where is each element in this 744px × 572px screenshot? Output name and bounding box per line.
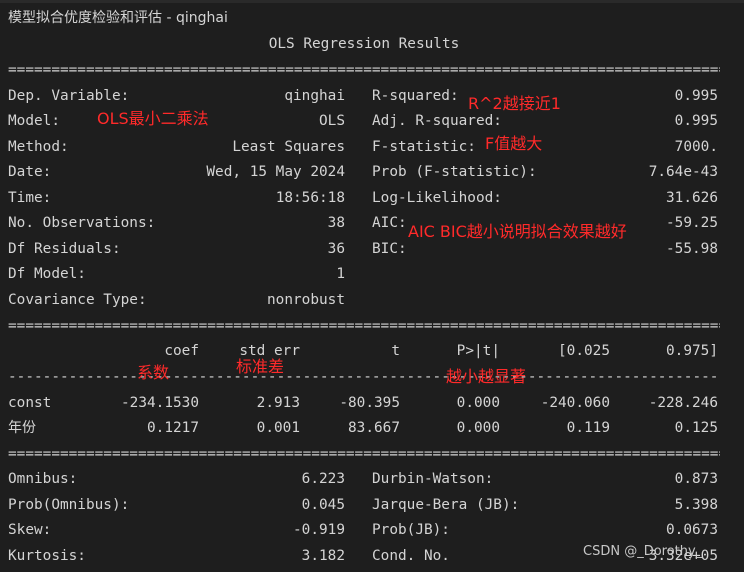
diagnostic-label: Cond. No. [372,548,450,564]
summary-label: R-squared: [372,88,459,104]
coef-header: [0.025 [558,343,610,359]
summary-label: Model: [8,113,60,129]
coef-cell: -234.1530 [121,395,199,411]
diagnostic-label: Jarque-Bera (JB): [372,497,520,513]
coef-cell: 2.913 [256,395,300,411]
annotation-coef: 系数 [137,363,170,382]
diagnostic-value: 5.398 [674,497,718,513]
summary-label: F-statistic: [372,139,476,155]
summary-label: Method: [8,139,69,155]
coef-header: P>|t| [456,343,500,359]
csdn-watermark: CSDN @_Dorothy_ [583,544,703,559]
diagnostic-label: Skew: [8,522,52,538]
double-rule: ========================================… [8,62,720,78]
summary-label: BIC: [372,241,407,257]
annotation-f-statistic: F值越大 [485,134,543,153]
coef-cell: 0.125 [674,420,718,436]
summary-label: Date: [8,164,52,180]
summary-label: AIC: [372,215,407,231]
summary-value: nonrobust [267,292,345,308]
coef-header: t [391,343,400,359]
annotation-std-err: 标准差 [236,357,285,376]
summary-label: Adj. R-squared: [372,113,502,129]
summary-value: 18:56:18 [275,190,345,206]
summary-label: Prob (F-statistic): [372,164,537,180]
summary-label: Time: [8,190,52,206]
summary-label: Log-Likelihood: [372,190,502,206]
coef-cell: 0.119 [566,420,610,436]
annotation-p-value: 越小越显著 [446,367,527,386]
coef-header: 0.975] [666,343,718,359]
double-rule: ========================================… [8,446,720,462]
summary-label: No. Observations: [8,215,156,231]
diagnostic-value: 3.182 [301,548,345,564]
diagnostic-label: Omnibus: [8,471,78,487]
coef-cell: -80.395 [339,395,400,411]
summary-label: Covariance Type: [8,292,147,308]
coef-cell: 0.001 [256,420,300,436]
annotation-r-squared: R^2越接近1 [468,94,561,113]
summary-value: 36 [327,241,345,257]
diagnostic-label: Durbin-Watson: [372,471,494,487]
summary-value: qinghai [284,88,345,104]
diagnostic-value: 6.223 [301,471,345,487]
coef-cell: 0.000 [456,420,500,436]
coef-cell: 0.1217 [147,420,199,436]
coef-header: coef [164,343,199,359]
coef-cell: -228.246 [648,395,718,411]
summary-value: 7000. [674,139,718,155]
summary-value: Least Squares [232,139,345,155]
diagnostic-value: -0.919 [293,522,345,538]
annotation-aic-bic: AIC BIC越小说明拟合效果越好 [408,222,627,241]
annotation-ols: OLS最小二乘法 [97,109,209,128]
coef-cell: 0.000 [456,395,500,411]
summary-value: 0.995 [674,113,718,129]
diagnostic-label: Kurtosis: [8,548,86,564]
summary-value: Wed, 15 May 2024 [206,164,345,180]
report-title: OLS Regression Results [268,36,460,52]
window-title: 模型拟合优度检验和评估 - qinghai [8,10,228,26]
coef-cell: 83.667 [348,420,400,436]
coef-row-name: 年份 [8,420,36,436]
diagnostic-value: 0.0673 [666,522,718,538]
summary-value: 38 [327,215,345,231]
double-rule: ========================================… [8,318,720,334]
diagnostic-value: 0.873 [674,471,718,487]
diagnostic-label: Prob(Omnibus): [8,497,130,513]
diagnostic-value: 0.045 [301,497,345,513]
summary-value: 1 [336,266,345,282]
coef-row-name: const [8,395,52,411]
summary-label: Df Residuals: [8,241,121,257]
summary-value: -55.98 [666,241,718,257]
summary-value: 31.626 [666,190,718,206]
summary-label: Df Model: [8,266,86,282]
summary-value: 7.64e-43 [648,164,718,180]
summary-label: Dep. Variable: [8,88,130,104]
coef-cell: -240.060 [540,395,610,411]
diagnostic-label: Prob(JB): [372,522,450,538]
window-top-edge [0,0,744,3]
single-rule: ----------------------------------------… [8,369,720,385]
summary-value: 0.995 [674,88,718,104]
